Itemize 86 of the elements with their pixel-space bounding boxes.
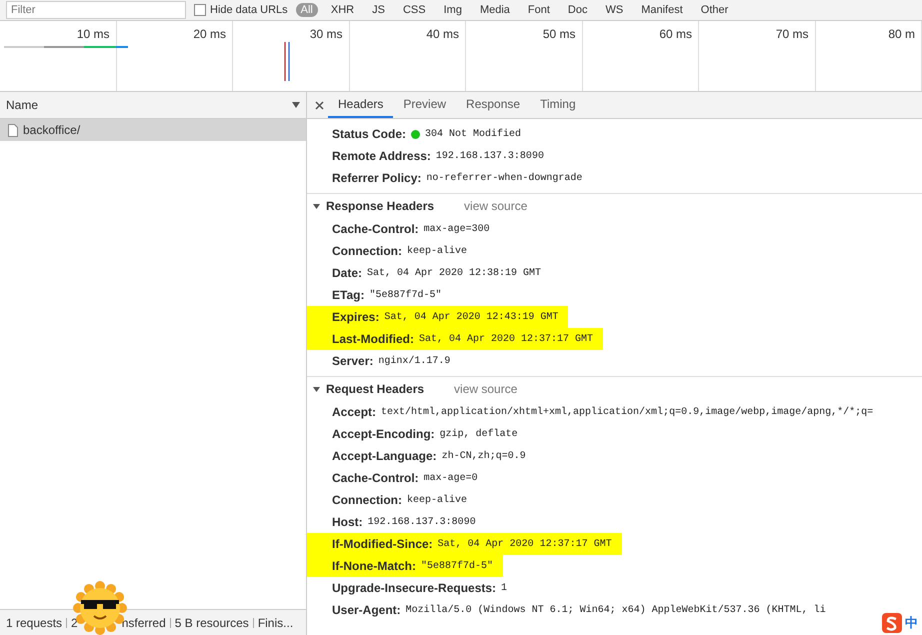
close-icon[interactable]	[315, 100, 324, 110]
type-filter-button[interactable]: WS	[600, 3, 628, 17]
header-value: Sat, 04 Apr 2020 12:37:17 GMT	[438, 538, 612, 550]
header-value: Mozilla/5.0 (Windows NT 6.1; Win64; x64) AppleWebKit/537.36 (KHTML, li	[406, 604, 826, 616]
view-source-link[interactable]: view source	[464, 199, 528, 213]
header-name: Cache-Control:	[332, 222, 419, 236]
sort-caret-icon	[292, 102, 300, 108]
header-value: no-referrer-when-downgrade	[426, 172, 582, 184]
detail-tab[interactable]: Preview	[393, 92, 456, 118]
header-name: Accept-Language:	[332, 449, 437, 463]
header-value: max-age=300	[424, 224, 490, 234]
header-value: gzip, deflate	[440, 428, 518, 440]
header-value: Sat, 04 Apr 2020 12:43:19 GMT	[384, 312, 558, 322]
type-filter-button[interactable]: Manifest	[636, 3, 688, 17]
header-name: Accept:	[332, 405, 376, 419]
filter-field[interactable]: Filter	[6, 1, 186, 19]
type-filter-button[interactable]: JS	[367, 3, 390, 17]
header-name: Expires:	[332, 310, 380, 324]
ime-mode-text: 中	[905, 615, 918, 632]
time-tick-label: 70 ms	[776, 27, 808, 41]
column-title: Name	[6, 98, 38, 112]
header-name: User-Agent:	[332, 603, 401, 617]
type-filter-button[interactable]: Img	[438, 3, 467, 17]
header-name: Server:	[332, 354, 374, 368]
document-icon	[8, 124, 18, 136]
request-row[interactable]: backoffice/	[0, 119, 306, 141]
header-name: If-None-Match:	[332, 559, 416, 573]
type-filter-button[interactable]: Font	[522, 3, 555, 17]
detail-tab[interactable]: Response	[456, 92, 530, 118]
type-filter-button[interactable]: Other	[696, 3, 734, 17]
time-tick-label: 50 ms	[542, 27, 576, 41]
name-column-header[interactable]: Name	[0, 92, 306, 119]
type-filter-button[interactable]: CSS	[398, 3, 431, 17]
header-value: max-age=0	[424, 472, 478, 484]
status-text: Finis...	[258, 616, 294, 630]
header-name: Upgrade-Insecure-Requests:	[332, 581, 496, 595]
time-tick-label: 10 ms	[76, 27, 110, 41]
header-value: keep-alive	[407, 494, 468, 506]
header-value: Sat, 04 Apr 2020 12:37:17 GMT	[419, 334, 594, 344]
header-name: Connection:	[332, 493, 402, 507]
status-dot-icon	[411, 130, 420, 138]
header-name: Accept-Encoding:	[332, 427, 435, 441]
type-filter-button[interactable]: Doc	[562, 3, 592, 17]
header-name: Remote Address:	[332, 149, 431, 163]
header-value: 192.168.137.3:8090	[436, 150, 544, 162]
header-name: ETag:	[332, 288, 364, 302]
header-value: Sat, 04 Apr 2020 12:38:19 GMT	[367, 268, 542, 278]
header-name: Cache-Control:	[332, 471, 419, 485]
status-text: 2	[71, 616, 78, 630]
header-value: keep-alive	[407, 246, 468, 256]
header-value: nginx/1.17.9	[378, 356, 450, 366]
status-text: nsferred	[122, 616, 166, 630]
status-text: 1 requests	[6, 616, 62, 630]
header-value: 1	[501, 582, 508, 594]
hide-data-urls-checkbox[interactable]: Hide data URLs	[194, 4, 288, 16]
detail-tab[interactable]: Headers	[328, 92, 394, 118]
header-name: Date:	[332, 266, 362, 280]
header-value: "5e887f7d-5"	[421, 560, 494, 572]
header-value: 192.168.137.3:8090	[368, 516, 476, 528]
time-tick-label: 60 ms	[659, 27, 692, 41]
header-name: Referrer Policy:	[332, 171, 422, 185]
header-value: text/html,application/xhtml+xml,application/xml;q=0.9,image/webp,image/apng,*/*;q=	[381, 406, 874, 418]
ime-logo-icon	[882, 613, 902, 633]
section-header[interactable]: Request Headers view source	[307, 376, 922, 401]
header-name: Last-Modified:	[332, 332, 414, 346]
type-filter-button[interactable]: Media	[474, 3, 515, 17]
view-source-link[interactable]: view source	[454, 382, 518, 396]
header-value: "5e887f7d-5"	[369, 290, 442, 300]
status-text: 5 B resources	[174, 616, 249, 630]
section-title: Request Headers	[326, 382, 424, 396]
ime-indicator[interactable]: 中	[882, 613, 918, 633]
header-name: Status Code:	[332, 127, 406, 141]
request-name: backoffice/	[23, 123, 80, 137]
time-tick-label: 30 ms	[310, 27, 342, 41]
header-value: zh-CN,zh;q=0.9	[442, 450, 526, 462]
section-title: Response Headers	[326, 199, 434, 213]
header-name: Host:	[332, 515, 363, 529]
time-tick-label: 40 ms	[426, 27, 459, 41]
type-filter-button[interactable]: XHR	[326, 3, 360, 17]
time-tick-label: 80 m	[888, 27, 915, 41]
header-value: 304 Not Modified	[425, 128, 522, 140]
section-header[interactable]: Response Headers view source	[307, 193, 922, 218]
detail-tab[interactable]: Timing	[530, 92, 586, 118]
header-name: If-Modified-Since:	[332, 537, 433, 551]
time-tick-label: 20 ms	[193, 27, 226, 41]
header-name: Connection:	[332, 244, 402, 258]
